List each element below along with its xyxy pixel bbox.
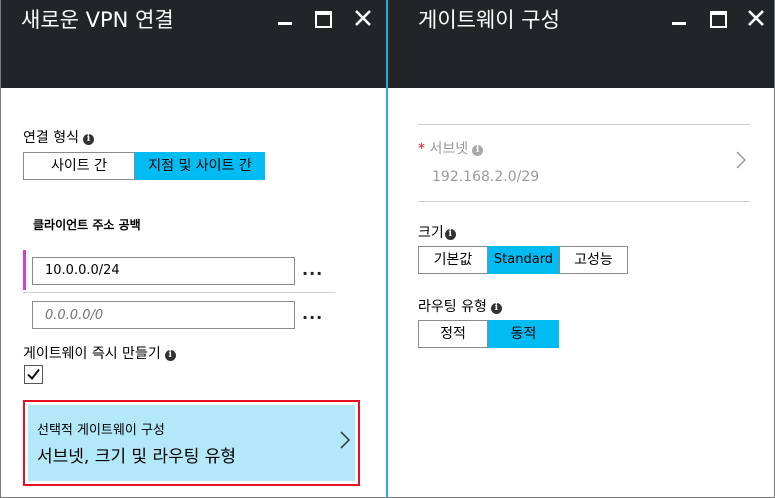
client-address-space-label: 클라이언트 주소 공백 [33,218,141,232]
more-options-button-2[interactable]: ... [302,304,323,323]
address-input-1[interactable]: 10.0.0.0/24 [32,257,295,285]
size-option-high-performance[interactable]: 고성능 [559,246,628,274]
close-icon[interactable] [744,6,768,30]
more-options-button-1[interactable]: ... [302,260,323,279]
gateway-config-blade: 게이트웨이 구성 * 서브넷 i 192.168.2.0/29 크기 i 기본값 S… [386,0,775,498]
routing-type-label-text: 라우팅 유형 [418,299,487,315]
maximize-icon[interactable] [311,6,335,30]
chevron-right-icon [736,151,746,169]
divider [418,124,750,125]
blade-title: 새로운 VPN 연결 [21,8,174,32]
chevron-right-icon [340,431,350,449]
size-option-standard[interactable]: Standard [488,246,559,274]
subnet-label: * 서브넷 i [418,138,484,158]
blade-header: 새로운 VPN 연결 [1,0,386,88]
size-label-text: 크기 [418,225,444,241]
connection-type-label-text: 연결 형식 [23,130,79,146]
minimize-icon[interactable] [273,6,297,30]
size-label: 크기 i [418,222,456,242]
close-icon[interactable] [351,6,375,30]
divider [418,201,750,202]
connection-type-point-to-site[interactable]: 지점 및 사이트 간 [135,152,265,180]
required-mark: * [418,141,425,157]
create-gateway-checkbox[interactable] [24,365,43,384]
create-gateway-label-text: 게이트웨이 즉시 만들기 [23,346,161,362]
connection-type-site-to-site[interactable]: 사이트 간 [23,152,135,180]
info-icon[interactable]: i [164,350,176,361]
blade-header: 게이트웨이 구성 [388,0,774,88]
minimize-icon[interactable] [667,6,691,30]
create-gateway-label: 게이트웨이 즉시 만들기 i [23,343,176,363]
routing-option-dynamic[interactable]: 동적 [488,320,559,348]
optional-config-subtitle: 서브넷, 크기 및 라우팅 유형 [37,447,237,467]
blade-title: 게이트웨이 구성 [418,8,560,32]
subnet-field[interactable]: * 서브넷 i 192.168.2.0/29 [418,126,750,200]
routing-option-static[interactable]: 정적 [418,320,488,348]
info-icon[interactable]: i [444,229,456,240]
subnet-value: 192.168.2.0/29 [432,169,540,185]
info-icon[interactable]: i [82,134,94,145]
optional-config-title: 선택적 게이트웨이 구성 [37,423,165,438]
maximize-icon[interactable] [706,6,730,30]
size-option-basic[interactable]: 기본값 [418,246,488,274]
routing-type-label: 라우팅 유형 i [418,296,502,316]
optional-gateway-config-tile[interactable]: 선택적 게이트웨이 구성 서브넷, 크기 및 라우팅 유형 [28,405,355,481]
info-icon[interactable]: i [472,145,484,156]
row-accent-bar [23,250,26,290]
info-icon[interactable]: i [490,303,502,314]
new-vpn-connection-blade: 새로운 VPN 연결 연결 형식 i 사이트 간 지점 및 사이트 간 클라이언트… [0,0,386,498]
checkmark-icon [27,368,40,381]
connection-type-label: 연결 형식 i [23,127,94,147]
address-input-2[interactable] [32,301,295,329]
row-divider [23,292,335,293]
subnet-label-text: 서브넷 [429,141,469,157]
highlight-frame: 선택적 게이트웨이 구성 서브넷, 크기 및 라우팅 유형 [23,400,360,486]
